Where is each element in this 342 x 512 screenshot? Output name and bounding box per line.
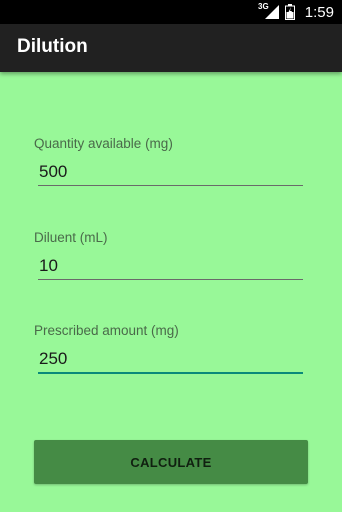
quantity-available-input[interactable]: [38, 158, 303, 186]
diluent-label: Diluent (mL): [34, 230, 108, 245]
prescribed-amount-label: Prescribed amount (mg): [34, 323, 179, 338]
diluent-input[interactable]: [38, 252, 303, 280]
status-icons: 1:59: [264, 0, 334, 24]
app-title: Dilution: [17, 36, 88, 57]
calculate-button[interactable]: CALCULATE: [34, 440, 308, 484]
signal-icon: [264, 5, 279, 19]
quantity-available-label: Quantity available (mg): [34, 136, 173, 151]
action-bar: Dilution: [0, 24, 342, 72]
status-bar: 3G 1:59: [0, 0, 342, 24]
clock: 1:59: [304, 3, 334, 21]
prescribed-amount-input[interactable]: [38, 346, 303, 374]
battery-icon: [284, 4, 295, 20]
